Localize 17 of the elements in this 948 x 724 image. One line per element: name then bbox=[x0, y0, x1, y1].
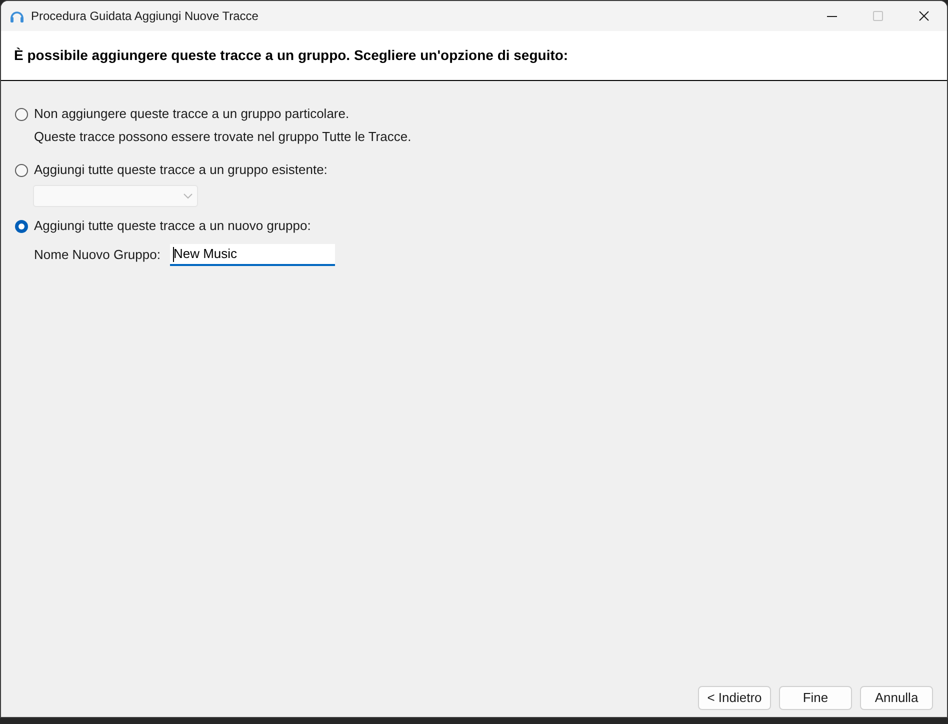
radio-button[interactable] bbox=[15, 108, 28, 120]
dialog-button[interactable]: Annulla bbox=[860, 686, 933, 710]
window-title: Procedura Guidata Aggiungi Nuove Tracce bbox=[31, 8, 258, 25]
option-label[interactable]: Non aggiungere queste tracce a un gruppo particolare. bbox=[34, 106, 350, 122]
dialog-button[interactable]: Fine bbox=[779, 686, 852, 710]
chevron-down-icon bbox=[183, 193, 193, 199]
option-description: Queste tracce possono essere trovate nel gruppo Tutte le Tracce. bbox=[34, 129, 412, 145]
header-instruction: È possibile aggiungere queste tracce a un gruppo. Scegliere un'opzione di seguito: bbox=[14, 46, 568, 65]
option-label[interactable]: Aggiungi tutte queste tracce a un gruppo esistente: bbox=[34, 162, 328, 178]
maximize-icon bbox=[873, 11, 883, 21]
radio-button[interactable] bbox=[15, 220, 28, 232]
dialog-button[interactable]: < Indietro bbox=[698, 686, 771, 710]
radio-button[interactable] bbox=[15, 164, 28, 176]
group-name-field[interactable]: New Music bbox=[170, 244, 336, 266]
field-label: Nome Nuovo Gruppo: bbox=[34, 247, 160, 263]
option-label[interactable]: Aggiungi tutte queste tracce a un nuovo gruppo: bbox=[34, 218, 311, 234]
close-icon bbox=[919, 11, 929, 21]
